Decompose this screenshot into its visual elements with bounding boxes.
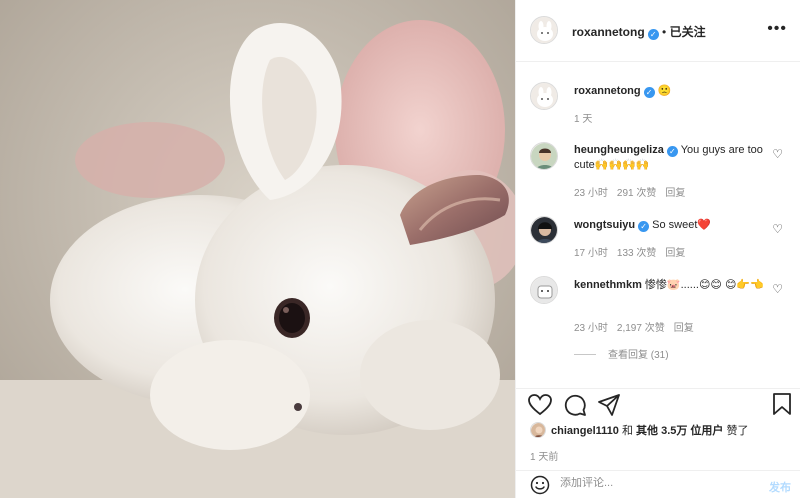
reply-link[interactable]: 回复: [665, 188, 685, 199]
comment-text: kennethmkm 惨惨🐷......😊😊 😊👉👈: [574, 278, 764, 293]
comment-meta: 23 小时 2,197 次赞 回复: [574, 319, 703, 334]
comment-username[interactable]: wongtsuiyu: [574, 219, 635, 231]
comment-like-heart-icon[interactable]: ♡: [772, 282, 783, 296]
comment-like-count[interactable]: 2,197 次赞: [617, 323, 665, 334]
comment-input[interactable]: [560, 477, 750, 489]
verified-badge-icon: ✓: [643, 87, 655, 98]
comment-like-heart-icon[interactable]: ♡: [772, 147, 783, 161]
more-options-icon[interactable]: •••: [767, 20, 787, 38]
comment-time[interactable]: 23 小时: [574, 323, 608, 334]
bookmark-icon[interactable]: [773, 393, 791, 415]
comment-icon[interactable]: [564, 394, 586, 416]
post-header: roxannetong ✓ • 已关注 •••: [516, 0, 800, 62]
liker-avatar[interactable]: [530, 422, 546, 438]
caption-text: roxannetong ✓ 🙁: [574, 84, 764, 99]
comment-like-count[interactable]: 291 次赞: [617, 188, 656, 199]
caption-username[interactable]: roxannetong: [574, 85, 641, 97]
comment-body: 惨惨🐷......😊😊 😊👉👈: [644, 279, 764, 291]
post-photo[interactable]: [0, 0, 515, 498]
comment-meta: 23 小时 291 次赞 回复: [574, 184, 694, 199]
likes-connector: 和: [621, 425, 633, 437]
follow-separator: •: [662, 25, 667, 39]
verified-badge-icon: ✓: [666, 146, 678, 157]
post-timestamp[interactable]: 1 天前: [530, 448, 558, 463]
view-replies-link[interactable]: 查看回复 (31): [574, 346, 669, 361]
caption-time[interactable]: 1 天: [574, 114, 592, 125]
view-replies-label: 查看回复 (31): [608, 350, 669, 361]
comment-time[interactable]: 23 小时: [574, 188, 608, 199]
action-bar: [516, 388, 800, 420]
unicorn-plush-image: [0, 0, 515, 498]
verified-badge-icon: ✓: [647, 29, 659, 40]
comment-meta: 17 小时 133 次赞 回复: [574, 244, 694, 259]
comment-body: So sweet❤️: [652, 219, 712, 231]
author-avatar-caption[interactable]: [530, 82, 558, 110]
commenter-avatar[interactable]: [530, 142, 558, 170]
comment-username[interactable]: kennethmkm: [574, 279, 642, 291]
caption-body: 🙁: [657, 85, 672, 97]
reply-link[interactable]: 回复: [665, 248, 685, 259]
likes-summary: chiangel1110 和 其他 3.5万 位用户 赞了: [530, 422, 748, 438]
comment-like-heart-icon[interactable]: ♡: [772, 222, 783, 236]
commenter-avatar[interactable]: [530, 216, 558, 244]
likes-suffix: 赞了: [726, 425, 749, 437]
comment-like-count[interactable]: 133 次赞: [617, 248, 656, 259]
comment-text: heungheungeliza ✓ You guys are too cute🙌🙌…: [574, 143, 764, 173]
verified-badge-icon: ✓: [638, 221, 650, 232]
comment-composer: 发布: [516, 470, 800, 498]
replies-divider: [574, 354, 596, 355]
smiley-icon[interactable]: [530, 475, 550, 495]
comment-username[interactable]: heungheungeliza: [574, 144, 664, 156]
liker-username[interactable]: chiangel1110: [551, 425, 619, 437]
post-comment-button[interactable]: 发布: [769, 479, 791, 495]
post-detail-panel: roxannetong ✓ • 已关注 ••• roxannetong ✓ 🙁 1 …: [515, 0, 800, 498]
author-avatar[interactable]: [530, 16, 558, 44]
commenter-avatar[interactable]: [530, 276, 558, 304]
heart-icon[interactable]: [528, 394, 552, 416]
share-icon[interactable]: [598, 394, 620, 416]
caption-meta: 1 天: [574, 110, 601, 125]
author-username[interactable]: roxannetong: [572, 25, 645, 39]
comment-time[interactable]: 17 小时: [574, 248, 608, 259]
follow-status-button[interactable]: 已关注: [670, 25, 706, 39]
reply-link[interactable]: 回复: [674, 323, 694, 334]
comment-text: wongtsuiyu ✓ So sweet❤️: [574, 218, 764, 233]
other-likes-link[interactable]: 其他 3.5万 位用户: [636, 425, 723, 437]
